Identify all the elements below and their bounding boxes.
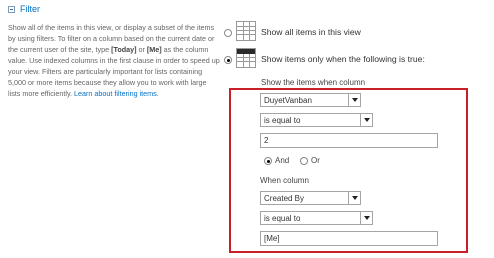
first-operator-value: is equal to: [264, 115, 301, 125]
chevron-down-icon[interactable]: [360, 212, 372, 224]
second-operator-value: is equal to: [264, 213, 301, 223]
today-token: [Today]: [111, 45, 137, 54]
show-filtered-radio[interactable]: [224, 56, 232, 64]
first-value-input[interactable]: 2: [260, 133, 438, 148]
filter-section-header[interactable]: Filter: [8, 4, 40, 14]
second-value-input[interactable]: [Me]: [260, 231, 438, 246]
first-operator-select[interactable]: is equal to: [260, 113, 373, 127]
or-label[interactable]: Or: [311, 156, 320, 165]
chevron-down-icon[interactable]: [348, 94, 360, 106]
second-column-value: Created By: [264, 193, 305, 203]
chevron-down-icon[interactable]: [360, 114, 372, 126]
or-radio[interactable]: [300, 157, 308, 165]
filtered-list-icon: [236, 48, 256, 68]
list-grid-icon: [236, 21, 256, 41]
and-radio[interactable]: [264, 157, 272, 165]
show-all-radio[interactable]: [224, 29, 232, 37]
when-column-label: When column: [260, 176, 309, 185]
learn-filtering-link[interactable]: Learn about filtering items.: [74, 89, 159, 98]
collapse-icon[interactable]: [8, 5, 15, 13]
filter-description: Show all of the items in this view, or d…: [8, 22, 220, 99]
description-or: or: [136, 45, 147, 54]
second-operator-select[interactable]: is equal to: [260, 211, 373, 225]
first-column-select[interactable]: DuyetVanban: [260, 93, 361, 107]
chevron-down-icon[interactable]: [348, 192, 360, 204]
first-column-value: DuyetVanban: [264, 95, 312, 105]
section-title[interactable]: Filter: [20, 4, 40, 14]
first-value-text: 2: [264, 136, 269, 145]
show-filtered-label[interactable]: Show items only when the following is tr…: [261, 54, 425, 64]
and-label[interactable]: And: [275, 156, 289, 165]
show-all-label[interactable]: Show all items in this view: [261, 27, 361, 37]
show-when-label: Show the items when column: [261, 78, 366, 87]
second-value-text: [Me]: [264, 234, 280, 243]
me-token: [Me]: [146, 45, 162, 54]
second-column-select[interactable]: Created By: [260, 191, 361, 205]
